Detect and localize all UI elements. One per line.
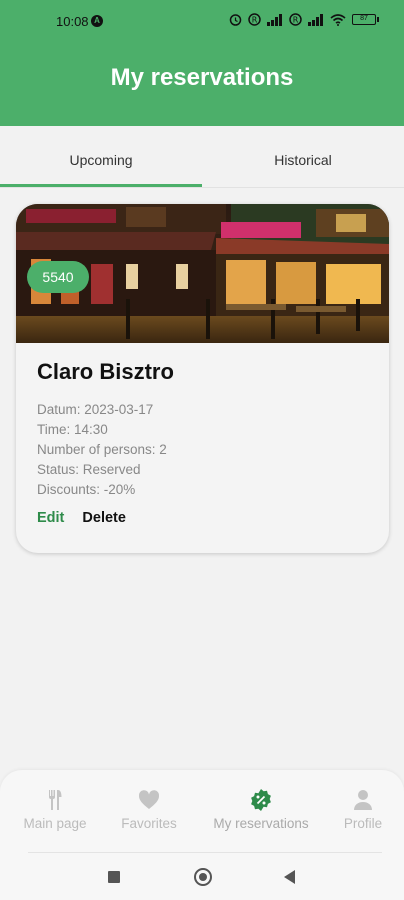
signal-icon-1 (267, 13, 282, 26)
battery-icon: 87 (352, 14, 379, 25)
system-navigation-bar (0, 854, 404, 900)
status-icons: R R 87 (229, 13, 379, 26)
detail-time: Time: 14:30 (37, 422, 108, 437)
home-button[interactable] (194, 868, 212, 886)
recents-button[interactable] (108, 871, 120, 883)
nav-my-reservations[interactable]: My reservations (205, 788, 317, 831)
edit-button[interactable]: Edit (37, 510, 64, 526)
reservation-details: Datum: 2023-03-17 Time: 14:30 Number of … (37, 400, 167, 500)
alarm-icon (229, 14, 242, 26)
restaurant-photo: 5540 (16, 204, 389, 343)
detail-status: Status: Reserved (37, 462, 141, 477)
back-button[interactable] (284, 870, 295, 884)
status-bar: 10:08 A R R 87 (0, 0, 404, 42)
bottom-navigation: Main page Favorites My reservations Prof… (0, 770, 404, 854)
status-time: 10:08 (56, 14, 89, 29)
card-actions: Edit Delete (37, 510, 126, 526)
reservation-card[interactable]: 5540 Claro Bisztro Datum: 2023-03-17 Tim… (16, 204, 389, 553)
cast-icon-2: R (289, 13, 302, 26)
cutlery-icon (49, 790, 62, 810)
nav-favorites[interactable]: Favorites (114, 788, 184, 831)
detail-discount: Discounts: -20% (37, 482, 136, 497)
nav-divider (28, 852, 382, 853)
tab-historical[interactable]: Historical (202, 126, 404, 188)
delete-button[interactable]: Delete (82, 510, 126, 526)
nav-profile[interactable]: Profile (338, 788, 388, 831)
wifi-icon (330, 13, 346, 26)
percent-badge-icon (251, 789, 271, 811)
reservation-code-badge: 5540 (27, 261, 89, 293)
nav-profile-label: Profile (343, 816, 383, 831)
tab-divider (0, 187, 404, 188)
cast-icon: R (248, 13, 261, 26)
person-icon (354, 790, 372, 810)
svg-text:R: R (252, 16, 258, 25)
notification-a-icon: A (91, 15, 103, 27)
nav-my-reservations-label: My reservations (213, 816, 309, 831)
detail-persons: Number of persons: 2 (37, 442, 167, 457)
detail-date: Datum: 2023-03-17 (37, 402, 154, 417)
page-title: My reservations (110, 64, 294, 91)
tab-upcoming[interactable]: Upcoming (0, 126, 202, 188)
nav-main-page-label: Main page (23, 816, 87, 831)
nav-main-page[interactable]: Main page (20, 788, 90, 831)
svg-text:R: R (293, 16, 299, 25)
signal-icon-2 (308, 13, 323, 26)
tab-bar: Upcoming Historical (0, 126, 404, 188)
heart-icon (138, 790, 160, 809)
nav-favorites-label: Favorites (121, 816, 177, 831)
app-header: 10:08 A R R 87 My reservations (0, 0, 404, 126)
restaurant-name: Claro Bisztro (37, 359, 174, 384)
